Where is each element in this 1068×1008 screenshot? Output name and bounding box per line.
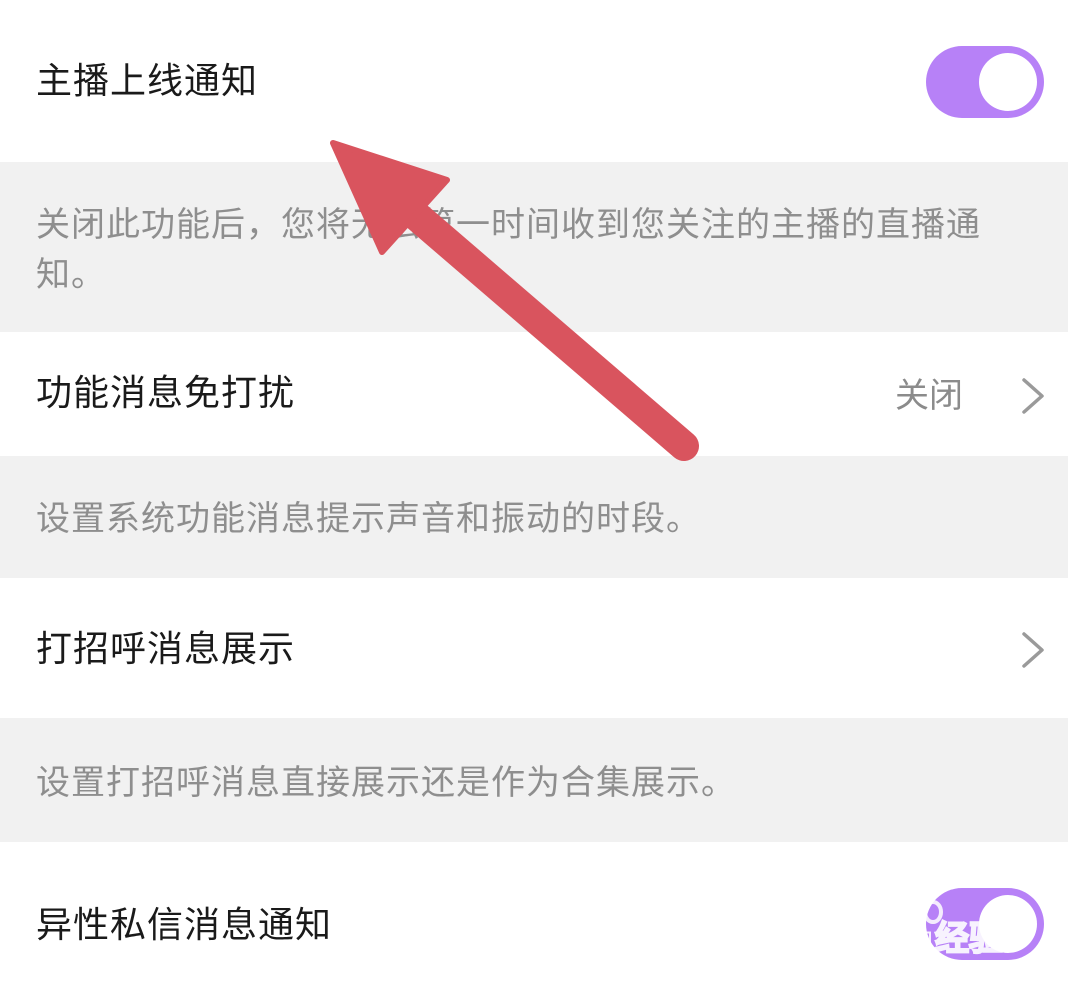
- description-text: 设置打招呼消息直接展示还是作为合集展示。: [36, 763, 736, 803]
- anchor-online-toggle[interactable]: [926, 46, 1044, 118]
- setting-row-opposite-sex-dm[interactable]: 异性私信消息通知: [0, 842, 1068, 1008]
- opposite-sex-dm-toggle[interactable]: [926, 888, 1044, 960]
- setting-label-function-dnd: 功能消息免打扰: [36, 373, 296, 414]
- toggle-knob: [979, 895, 1037, 953]
- setting-description-greeting-display: 设置打招呼消息直接展示还是作为合集展示。: [0, 718, 1068, 842]
- description-text: 设置系统功能消息提示声音和振动的时段。: [36, 499, 701, 539]
- setting-label-opposite-sex-dm: 异性私信消息通知: [36, 905, 333, 946]
- setting-row-greeting-display[interactable]: 打招呼消息展示: [0, 578, 1068, 718]
- setting-description-function-dnd: 设置系统功能消息提示声音和振动的时段。: [0, 456, 1068, 578]
- toggle-knob: [979, 53, 1037, 111]
- setting-row-anchor-online[interactable]: 主播上线通知: [0, 0, 1068, 162]
- setting-description-anchor-online: 关闭此功能后，您将无法第一时间收到您关注的主播的直播通知。: [0, 162, 1068, 332]
- settings-screen: 主播上线通知 关闭此功能后，您将无法第一时间收到您关注的主播的直播通知。 功能消…: [0, 0, 1068, 1008]
- setting-label-anchor-online: 主播上线通知: [36, 61, 259, 102]
- chevron-right-icon: [1022, 632, 1044, 668]
- setting-row-function-dnd[interactable]: 功能消息免打扰 关闭: [0, 332, 1068, 456]
- description-text: 关闭此功能后，您将无法第一时间收到您关注的主播的直播通知。: [36, 205, 981, 295]
- setting-label-greeting-display: 打招呼消息展示: [36, 629, 296, 670]
- function-dnd-value: 关闭: [895, 376, 963, 416]
- chevron-right-icon: [1022, 378, 1044, 414]
